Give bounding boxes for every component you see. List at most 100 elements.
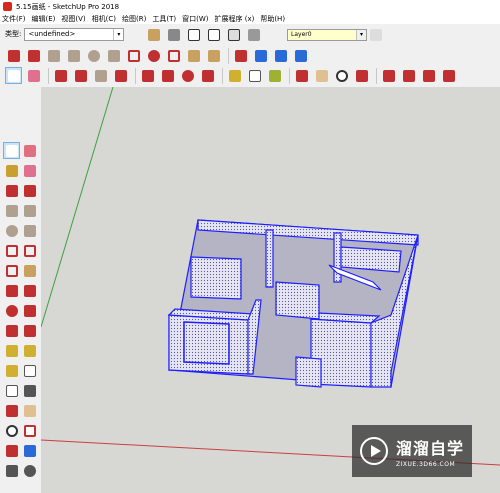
inner-wall-5 — [340, 246, 402, 273]
views-toolbar — [145, 26, 265, 43]
rotate-icon[interactable] — [179, 67, 196, 84]
tape-measure-icon[interactable] — [226, 67, 243, 84]
pencil-icon[interactable] — [52, 67, 69, 84]
arc-2pt-icon[interactable] — [21, 242, 38, 259]
component-icon[interactable] — [145, 26, 162, 43]
menu-draw[interactable]: 绘图(R) — [122, 14, 146, 24]
rotate-icon[interactable] — [3, 302, 20, 319]
chevron-down-icon[interactable]: ▾ — [113, 28, 123, 40]
separator — [228, 47, 229, 64]
polygon-icon[interactable] — [21, 222, 38, 239]
layer-dropdown-arrow-icon[interactable] — [367, 26, 384, 43]
separator — [289, 67, 290, 84]
follow-me-icon[interactable] — [21, 302, 38, 319]
rotated-rectangle-icon[interactable] — [65, 47, 82, 64]
arc2-icon[interactable] — [185, 47, 202, 64]
eye-icon[interactable] — [245, 26, 262, 43]
pie-icon[interactable] — [21, 262, 38, 279]
play-logo-icon — [360, 437, 388, 465]
push-pull-icon[interactable] — [205, 47, 222, 64]
3d-text-icon[interactable] — [21, 382, 38, 399]
title-bar: 5.15画纸 - SketchUp Pro 2018 — [0, 0, 500, 13]
component-icon[interactable] — [21, 142, 38, 159]
dimension-icon[interactable] — [21, 342, 38, 359]
text-icon[interactable] — [246, 67, 263, 84]
scale-icon[interactable] — [3, 322, 20, 339]
warehouse-get-icon[interactable] — [380, 67, 397, 84]
freehand-icon[interactable] — [21, 182, 38, 199]
push-pull-icon[interactable] — [112, 67, 129, 84]
look-around-icon[interactable] — [21, 462, 38, 479]
menu-edit[interactable]: 编辑(E) — [32, 14, 56, 24]
axes-icon[interactable] — [3, 382, 20, 399]
freehand-icon[interactable] — [25, 47, 42, 64]
menu-extensions[interactable]: 扩展程序 (x) — [214, 14, 254, 24]
circle-icon[interactable] — [85, 47, 102, 64]
menu-window[interactable]: 窗口(W) — [182, 14, 208, 24]
move-icon[interactable] — [159, 67, 176, 84]
arc-icon[interactable] — [3, 242, 20, 259]
ext-warehouse-icon[interactable] — [420, 67, 437, 84]
eraser-icon[interactable] — [21, 162, 38, 179]
walk-icon[interactable] — [3, 462, 20, 479]
paint-icon[interactable] — [3, 162, 20, 179]
zoom-window-icon[interactable] — [21, 422, 38, 439]
home-icon[interactable] — [185, 26, 202, 43]
circle-icon[interactable] — [3, 222, 20, 239]
pie-icon[interactable] — [145, 47, 162, 64]
push-pull-icon[interactable] — [21, 282, 38, 299]
orbit-icon[interactable] — [3, 402, 20, 419]
line-icon[interactable] — [3, 182, 20, 199]
scale-icon[interactable] — [199, 67, 216, 84]
polygon-icon[interactable] — [105, 47, 122, 64]
group-icon[interactable] — [272, 47, 289, 64]
follow-me-icon[interactable] — [139, 67, 156, 84]
box-icon[interactable] — [225, 26, 242, 43]
select-icon[interactable] — [3, 142, 20, 159]
3pt-arc-icon[interactable] — [165, 47, 182, 64]
floor-plan-model[interactable] — [167, 219, 419, 388]
large-toolset-toolbar — [5, 67, 460, 84]
watermark-title: 溜溜自学 — [396, 438, 465, 458]
rectangle-tool-icon[interactable] — [92, 67, 109, 84]
offset-icon[interactable] — [21, 322, 38, 339]
position-camera-icon[interactable] — [21, 442, 38, 459]
line-icon[interactable] — [5, 47, 22, 64]
arc-tool-icon[interactable] — [72, 67, 89, 84]
zoom-extents-icon[interactable] — [353, 67, 370, 84]
arc-3pt-icon[interactable] — [3, 262, 20, 279]
move-icon[interactable] — [3, 282, 20, 299]
inner-wall-6 — [295, 356, 322, 388]
pan-icon[interactable] — [21, 402, 38, 419]
rectangle-icon[interactable] — [3, 202, 20, 219]
menu-camera[interactable]: 相机(C) — [92, 14, 116, 24]
arc-icon[interactable] — [125, 47, 142, 64]
eraser-icon[interactable] — [25, 67, 42, 84]
section-icon[interactable] — [292, 47, 309, 64]
style-dropdown[interactable]: <undefined> ▾ — [24, 27, 125, 41]
zoom-extents-icon[interactable] — [3, 442, 20, 459]
menu-view[interactable]: 视图(V) — [61, 14, 85, 24]
pan-icon[interactable] — [313, 67, 330, 84]
protractor-icon[interactable] — [3, 362, 20, 379]
component-icon[interactable] — [252, 47, 269, 64]
style-value: <undefined> — [28, 29, 76, 38]
menu-file[interactable]: 文件(F) — [2, 14, 26, 24]
orbit-icon[interactable] — [293, 67, 310, 84]
rectangle-icon[interactable] — [45, 47, 62, 64]
menu-tools[interactable]: 工具(T) — [152, 14, 176, 24]
house-icon[interactable] — [205, 26, 222, 43]
ruby-icon[interactable] — [440, 67, 457, 84]
move-icon[interactable] — [232, 47, 249, 64]
zoom-icon[interactable] — [3, 422, 20, 439]
zoom-icon[interactable] — [333, 67, 350, 84]
warehouse-icon[interactable] — [165, 26, 182, 43]
rotated-rect-icon[interactable] — [21, 202, 38, 219]
text-icon[interactable] — [21, 362, 38, 379]
paint-bucket-icon[interactable] — [266, 67, 283, 84]
menu-help[interactable]: 帮助(H) — [260, 14, 285, 24]
select-icon[interactable] — [5, 67, 22, 84]
warehouse-share-icon[interactable] — [400, 67, 417, 84]
watermark: 溜溜自学 ZIXUE.3D66.COM — [352, 425, 472, 477]
tape-measure-icon[interactable] — [3, 342, 20, 359]
